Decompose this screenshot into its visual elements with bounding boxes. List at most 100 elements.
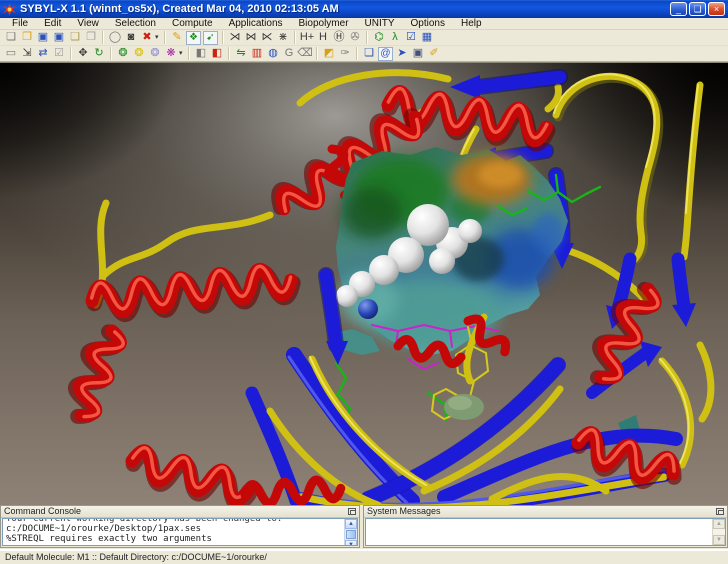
g-option-icon[interactable]: G — [281, 46, 297, 61]
center-view-icon[interactable]: ⇲ — [19, 46, 35, 61]
system-messages-title: System Messages — [367, 506, 716, 517]
system-messages-scrollbar[interactable]: ▲ ▼ — [712, 519, 725, 545]
toolbar-separator — [188, 47, 190, 60]
import-file-icon[interactable]: ❑ — [67, 30, 83, 45]
window-stack-icon[interactable]: ❏ — [361, 46, 377, 61]
color-palette-icon[interactable]: ◩ — [321, 46, 337, 61]
toolbar-separator — [366, 31, 368, 44]
molecular-table-icon[interactable]: ▦ — [419, 30, 435, 45]
fit-view-icon[interactable]: ▭ — [3, 46, 19, 61]
sketch-molecule-icon[interactable]: ✎ — [169, 30, 185, 45]
light-on-icon[interactable]: ❂ — [131, 46, 147, 61]
delete-icon[interactable]: ✖ — [139, 30, 155, 45]
screenshot-icon[interactable]: ◙ — [123, 30, 139, 45]
delete-dropdown-icon[interactable]: ▾ — [155, 30, 161, 45]
menu-applications[interactable]: Applications — [221, 18, 291, 30]
float-panel-icon[interactable] — [348, 508, 356, 515]
command-console-title: Command Console — [4, 506, 348, 517]
system-messages-output — [366, 519, 712, 545]
scroll-down-icon[interactable]: ▼ — [713, 535, 725, 545]
substituent-icon[interactable]: λ — [387, 30, 403, 45]
console-line: %STREQL requires exactly two arguments — [6, 534, 341, 544]
scroll-up-icon[interactable]: ▲ — [345, 519, 357, 529]
display-style-dropdown-icon[interactable]: ▾ — [179, 46, 185, 61]
display-style-icon[interactable]: ❋ — [163, 46, 179, 61]
bond-join-icon[interactable]: ⋈ — [243, 30, 259, 45]
select-radius-icon[interactable]: ◍ — [265, 46, 281, 61]
menu-unity[interactable]: UNITY — [357, 18, 403, 30]
scrollbar-thumb[interactable] — [346, 530, 356, 539]
menu-edit[interactable]: Edit — [36, 18, 69, 30]
toolbar-separator — [110, 47, 112, 60]
scroll-down-icon[interactable]: ▼ — [345, 540, 357, 546]
key-tool-icon[interactable]: ✇ — [347, 30, 363, 45]
screen-pointer-icon[interactable]: ▣ — [410, 46, 426, 61]
open-folder-icon[interactable]: ❒ — [19, 30, 35, 45]
rotate-globe-icon[interactable]: ↻ — [91, 46, 107, 61]
new-file-icon[interactable]: ❏ — [3, 30, 19, 45]
view-toggle-icon[interactable]: ☑ — [51, 46, 67, 61]
label-delete-icon[interactable]: ◧ — [209, 46, 225, 61]
system-messages-header[interactable]: System Messages — [364, 506, 727, 518]
toolbar-separator — [102, 31, 104, 44]
app-logo-icon — [3, 3, 16, 16]
draw-annotate-icon[interactable]: ✐ — [426, 46, 442, 61]
spin-axes-icon[interactable]: ⇋ — [233, 46, 249, 61]
console-window-icon[interactable]: @ — [378, 47, 393, 61]
float-panel-icon[interactable] — [716, 508, 724, 515]
menu-help[interactable]: Help — [453, 18, 490, 30]
title-bar: SYBYL-X 1.1 (winnt_os5x), Created Mar 04… — [0, 0, 728, 18]
nitrogen-sphere — [358, 299, 378, 319]
scroll-up-icon[interactable]: ▲ — [713, 519, 725, 529]
save-as-icon[interactable]: ▣ — [51, 30, 67, 45]
eraser-icon[interactable]: ⌫ — [297, 46, 313, 61]
refresh-view-icon[interactable]: ⇄ — [35, 46, 51, 61]
bond-break-icon[interactable]: ⋊ — [227, 30, 243, 45]
save-icon[interactable]: ▣ — [35, 30, 51, 45]
toolbar-separator — [70, 47, 72, 60]
menu-biopolymer[interactable]: Biopolymer — [291, 18, 357, 30]
close-button[interactable]: × — [708, 2, 725, 16]
bond-delete-icon[interactable]: ⋇ — [275, 30, 291, 45]
menu-options[interactable]: Options — [403, 18, 453, 30]
menu-file[interactable]: File — [4, 18, 36, 30]
menu-selection[interactable]: Selection — [107, 18, 164, 30]
animation-icon[interactable]: ▥ — [249, 46, 265, 61]
toolbar-separator — [228, 47, 230, 60]
minimize-button[interactable]: _ — [670, 2, 687, 16]
minimize-structure-icon[interactable]: ➹ — [203, 31, 218, 45]
bond-rotate-icon[interactable]: ⋉ — [259, 30, 275, 45]
add-hydrogens-icon[interactable]: H+ — [299, 30, 315, 45]
command-console-header[interactable]: Command Console — [1, 506, 359, 518]
hydrogen-icon[interactable]: H — [315, 30, 331, 45]
console-output[interactable]: Your current working directory has been … — [3, 519, 344, 545]
benzene-ring-icon[interactable]: ⌬ — [371, 30, 387, 45]
console-scrollbar[interactable]: ▲ ▼ — [344, 519, 357, 545]
light-off-icon[interactable]: ❂ — [147, 46, 163, 61]
toolbar-row-1: ❏ ❒ ▣ ▣ ❑ ❐ ◯ ◙ ✖ ▾ ✎ ❖ ➹ ⋊ ⋈ ⋉ ⋇ H+ H Ⓗ… — [0, 30, 728, 46]
bottom-panels: Command Console Your current working dir… — [0, 504, 728, 549]
export-file-icon[interactable]: ❐ — [83, 30, 99, 45]
toolbar-separator — [294, 31, 296, 44]
light-add-icon[interactable]: ❂ — [115, 46, 131, 61]
undo-icon[interactable]: ◯ — [107, 30, 123, 45]
3d-viewport[interactable] — [0, 62, 728, 504]
protein-scene — [0, 63, 728, 505]
restore-button[interactable]: ❏ — [689, 2, 706, 16]
command-console-body[interactable]: Your current working directory has been … — [2, 518, 358, 546]
menu-view[interactable]: View — [69, 18, 107, 30]
toolbar-separator — [316, 47, 318, 60]
checkbox-table-icon[interactable]: ☑ — [403, 30, 419, 45]
pointer-tool-icon[interactable]: ➤ — [394, 46, 410, 61]
label-icon[interactable]: ◧ — [193, 46, 209, 61]
toolbar-separator — [356, 47, 358, 60]
system-messages-panel: System Messages ▲ ▼ — [363, 505, 728, 548]
toolbar-separator — [222, 31, 224, 44]
translate-mode-icon[interactable]: ✥ — [75, 46, 91, 61]
brush-icon[interactable]: ✑ — [337, 46, 353, 61]
menu-compute[interactable]: Compute — [164, 18, 221, 30]
console-line: c:/DOCUME~1/orourke/Desktop/1pax.ses — [6, 524, 341, 534]
build-edit-icon[interactable]: ❖ — [186, 31, 201, 45]
circled-hydrogen-icon[interactable]: Ⓗ — [331, 30, 347, 45]
system-messages-body[interactable]: ▲ ▼ — [365, 518, 726, 546]
